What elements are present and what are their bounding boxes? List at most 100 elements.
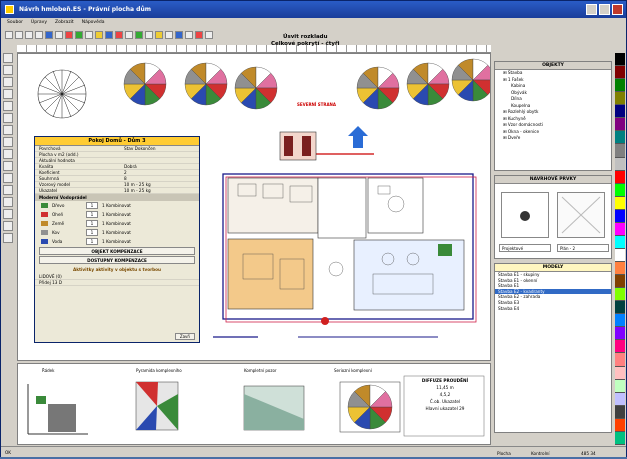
maximize-button[interactable]	[599, 4, 610, 15]
open-icon[interactable]	[15, 30, 23, 39]
print-icon[interactable]	[35, 30, 43, 39]
compass-icon[interactable]	[115, 30, 123, 39]
palette-swatch[interactable]	[615, 196, 625, 210]
bagua-wheel	[123, 62, 167, 106]
color-tool-icon[interactable]	[3, 209, 13, 219]
lock-tool-icon[interactable]	[3, 221, 13, 231]
palette-swatch[interactable]	[615, 248, 625, 262]
text-tool-icon[interactable]	[3, 149, 13, 159]
palette-swatch[interactable]	[615, 353, 625, 367]
preview-image-2[interactable]	[557, 192, 605, 238]
palette-swatch[interactable]	[615, 405, 625, 419]
new-icon[interactable]	[5, 30, 13, 39]
palette-swatch[interactable]	[615, 131, 625, 145]
object-compensation-button[interactable]: OBJEKT KOMPENZACE	[39, 247, 195, 255]
palette-swatch[interactable]	[615, 235, 625, 249]
source-row[interactable]: Voda 1 1 Kombinovat	[35, 237, 199, 246]
palette-swatch[interactable]	[615, 79, 625, 93]
palette-swatch[interactable]	[615, 209, 625, 223]
light-icon[interactable]	[155, 30, 163, 39]
available-compensation-button[interactable]: DOSTUPNÝ KOMPENZACE	[39, 256, 195, 264]
grid-icon[interactable]	[95, 30, 103, 39]
source-value[interactable]: 1	[86, 220, 98, 227]
palette-swatch[interactable]	[615, 379, 625, 393]
preview-image-1[interactable]	[501, 192, 549, 238]
redo-icon[interactable]	[75, 30, 83, 39]
pan-tool-icon[interactable]	[3, 185, 13, 195]
palette-swatch[interactable]	[615, 301, 625, 315]
zoom-tool-icon[interactable]	[3, 173, 13, 183]
palette-swatch[interactable]	[615, 157, 625, 171]
select-tool-icon[interactable]	[3, 53, 13, 63]
model-list-item[interactable]: Stavba E4	[495, 306, 611, 312]
source-row[interactable]: Země 1 1 Kombinovat	[35, 219, 199, 228]
palette-swatch[interactable]	[615, 170, 625, 184]
palette-swatch[interactable]	[615, 418, 625, 432]
palette-swatch[interactable]	[615, 144, 625, 158]
save-icon[interactable]	[25, 30, 33, 39]
palette-swatch[interactable]	[615, 222, 625, 236]
palette-swatch[interactable]	[615, 183, 625, 197]
properties-title[interactable]: Pokoj Domů - Dům 3	[35, 137, 199, 146]
palette-swatch[interactable]	[615, 53, 625, 67]
property-key: Vzorový model	[39, 182, 71, 187]
furniture-tool-icon[interactable]	[3, 125, 13, 135]
palette-swatch[interactable]	[615, 431, 625, 445]
palette-swatch[interactable]	[615, 314, 625, 328]
palette-swatch[interactable]	[615, 340, 625, 354]
menu-view[interactable]: Zobrazit	[55, 18, 74, 28]
caption-line2: Celkové pokrytí - čtyři	[271, 41, 340, 47]
measure-icon[interactable]	[175, 30, 183, 39]
close-dialog-button[interactable]: Zavři	[175, 333, 195, 340]
table-icon[interactable]	[185, 30, 193, 39]
palette-swatch[interactable]	[615, 366, 625, 380]
minimize-button[interactable]	[586, 4, 597, 15]
palette-swatch[interactable]	[615, 92, 625, 106]
fire-icon[interactable]	[195, 30, 203, 39]
palette-swatch[interactable]	[615, 392, 625, 406]
source-value[interactable]: 1	[86, 229, 98, 236]
measure-tool-icon[interactable]	[3, 161, 13, 171]
palette-swatch[interactable]	[615, 118, 625, 132]
source-row[interactable]: Oheň 1 1 Kombinovat	[35, 210, 199, 219]
layer-icon[interactable]	[105, 30, 113, 39]
source-row[interactable]: Kov 1 1 Kombinovat	[35, 228, 199, 237]
zoom-icon[interactable]	[85, 30, 93, 39]
copy-icon[interactable]	[45, 30, 53, 39]
source-value[interactable]: 1	[86, 211, 98, 218]
room-tool-icon[interactable]	[3, 89, 13, 99]
close-button[interactable]	[612, 4, 623, 15]
source-row[interactable]: Dřevo 1 1 Kombinovat	[35, 201, 199, 210]
plant-icon[interactable]	[135, 30, 143, 39]
tree-item[interactable]: ⊞ Dveře	[495, 135, 611, 142]
palette-swatch[interactable]	[615, 288, 625, 302]
menu-file[interactable]: Soubor	[7, 18, 23, 28]
project-dropdown[interactable]: Projektové	[499, 244, 551, 252]
door-tool-icon[interactable]	[3, 101, 13, 111]
paste-icon[interactable]	[55, 30, 63, 39]
wall-tool-icon[interactable]	[3, 77, 13, 87]
menu-help[interactable]: Nápověda	[82, 18, 105, 28]
palette-swatch[interactable]	[615, 105, 625, 119]
settings-icon[interactable]	[205, 30, 213, 39]
plant-tool-icon[interactable]	[3, 137, 13, 147]
source-value[interactable]: 1	[86, 238, 98, 245]
window-tool-icon[interactable]	[3, 113, 13, 123]
eraser-tool-icon[interactable]	[3, 197, 13, 207]
source-value[interactable]: 1	[86, 202, 98, 209]
palette-swatch[interactable]	[615, 262, 625, 276]
wall-icon[interactable]	[125, 30, 133, 39]
menu-edit[interactable]: Úpravy	[31, 18, 47, 28]
palette-swatch[interactable]	[615, 66, 625, 80]
door-icon[interactable]	[145, 30, 153, 39]
plan-dropdown[interactable]: Plán - 2	[557, 244, 609, 252]
properties-note: Aktivitky aktivity v objektu s tvorbou	[72, 267, 162, 272]
move-tool-icon[interactable]	[3, 65, 13, 75]
help-tool-icon[interactable]	[3, 233, 13, 243]
model-list[interactable]: Stavba E1 - skupiny Stavba E1 - okenní Sta…	[495, 272, 611, 311]
text-icon[interactable]	[165, 30, 173, 39]
color-palette[interactable]	[615, 53, 625, 445]
palette-swatch[interactable]	[615, 275, 625, 289]
undo-icon[interactable]	[65, 30, 73, 39]
palette-swatch[interactable]	[615, 327, 625, 341]
